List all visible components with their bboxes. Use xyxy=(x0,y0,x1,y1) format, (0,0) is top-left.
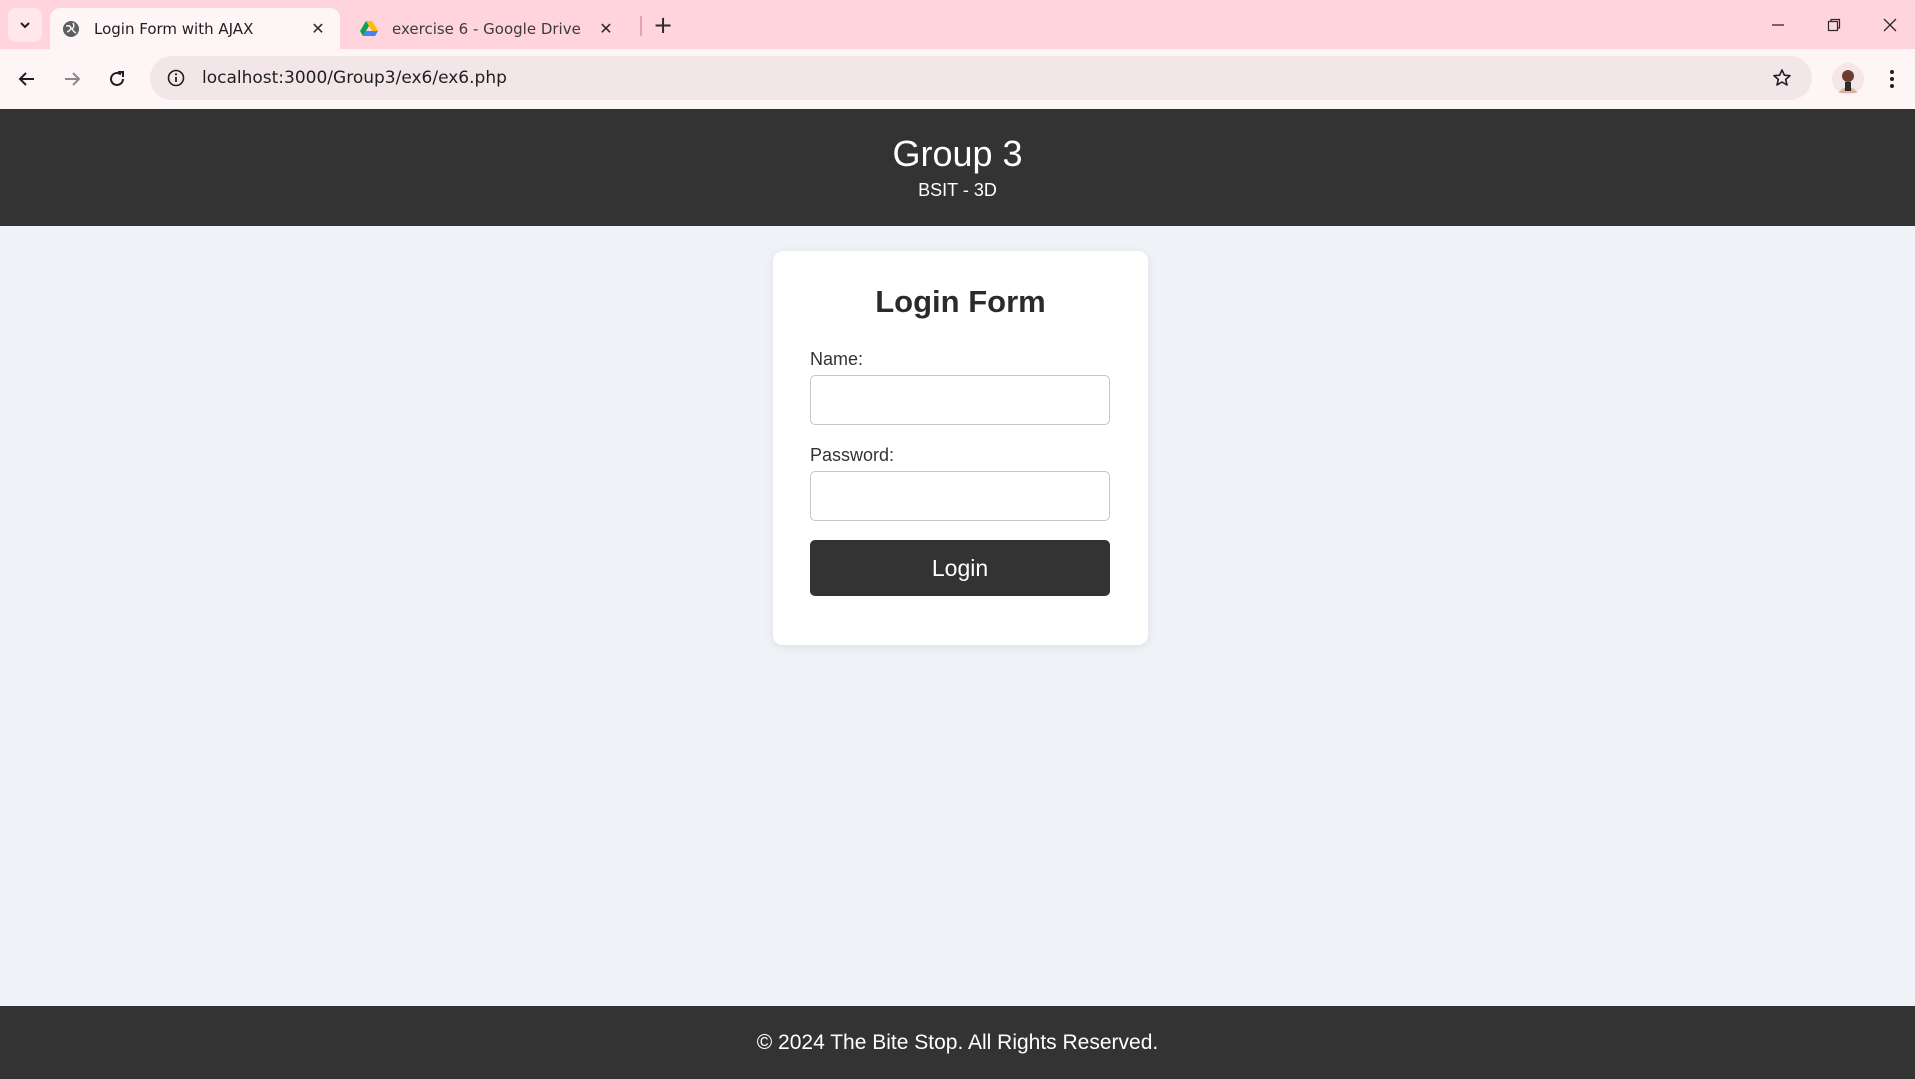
reload-button[interactable] xyxy=(99,61,135,97)
chevron-down-icon xyxy=(20,22,30,29)
minimize-button[interactable] xyxy=(1750,0,1806,49)
reload-icon xyxy=(110,71,124,86)
tab-title: exercise 6 - Google Drive xyxy=(392,19,581,38)
tab-login-form[interactable]: Login Form with AJAX ✕ xyxy=(50,8,340,49)
globe-icon xyxy=(62,20,80,38)
site-subtitle: BSIT - 3D xyxy=(918,180,997,200)
new-tab-button[interactable]: + xyxy=(648,10,678,40)
name-label: Name: xyxy=(810,349,864,369)
tab-title: Login Form with AJAX xyxy=(94,19,254,38)
close-icon[interactable]: ✕ xyxy=(592,15,620,43)
kebab-menu-icon xyxy=(1890,70,1894,88)
profile-avatar[interactable] xyxy=(1832,63,1864,95)
minimize-icon xyxy=(1772,23,1784,26)
back-button[interactable] xyxy=(9,61,45,97)
arrow-right-icon xyxy=(65,72,81,86)
url-text[interactable]: localhost:3000/Group3/ex6/ex6.php xyxy=(202,68,1762,88)
close-icon[interactable]: ✕ xyxy=(304,15,332,43)
restore-icon xyxy=(1827,18,1841,31)
bookmark-star-icon[interactable] xyxy=(1762,58,1802,98)
tab-google-drive[interactable]: exercise 6 - Google Drive ✕ xyxy=(348,8,628,49)
address-bar[interactable]: localhost:3000/Group3/ex6/ex6.php xyxy=(150,56,1812,100)
site-title: Group 3 xyxy=(892,133,1023,174)
site-info-icon[interactable] xyxy=(156,58,196,98)
login-button[interactable]: Login xyxy=(810,540,1110,596)
google-drive-icon xyxy=(360,20,378,38)
login-card: Login Form Name: Password: Login xyxy=(773,251,1148,645)
site-header: Group 3 BSIT - 3D xyxy=(0,109,1915,226)
tab-divider xyxy=(640,16,642,36)
password-label: Password: xyxy=(810,445,895,465)
browser-tab-strip: Login Form with AJAX ✕ exercise 6 - Goog… xyxy=(0,0,1915,49)
name-input[interactable] xyxy=(810,375,1110,425)
footer-copyright: © 2024 The Bite Stop. All Rights Reserve… xyxy=(756,1030,1159,1054)
login-form-title: Login Form xyxy=(875,284,1046,319)
restore-button[interactable] xyxy=(1806,0,1862,49)
forward-button[interactable] xyxy=(54,61,90,97)
tab-search-button[interactable] xyxy=(8,8,42,42)
close-window-button[interactable] xyxy=(1862,0,1915,49)
more-menu-button[interactable] xyxy=(1876,61,1908,97)
browser-toolbar: localhost:3000/Group3/ex6/ex6.php xyxy=(0,49,1915,109)
site-footer: © 2024 The Bite Stop. All Rights Reserve… xyxy=(0,1006,1915,1079)
password-input[interactable] xyxy=(810,471,1110,521)
arrow-left-icon xyxy=(18,72,34,86)
close-icon xyxy=(1883,18,1897,31)
avatar-icon xyxy=(1838,70,1858,93)
